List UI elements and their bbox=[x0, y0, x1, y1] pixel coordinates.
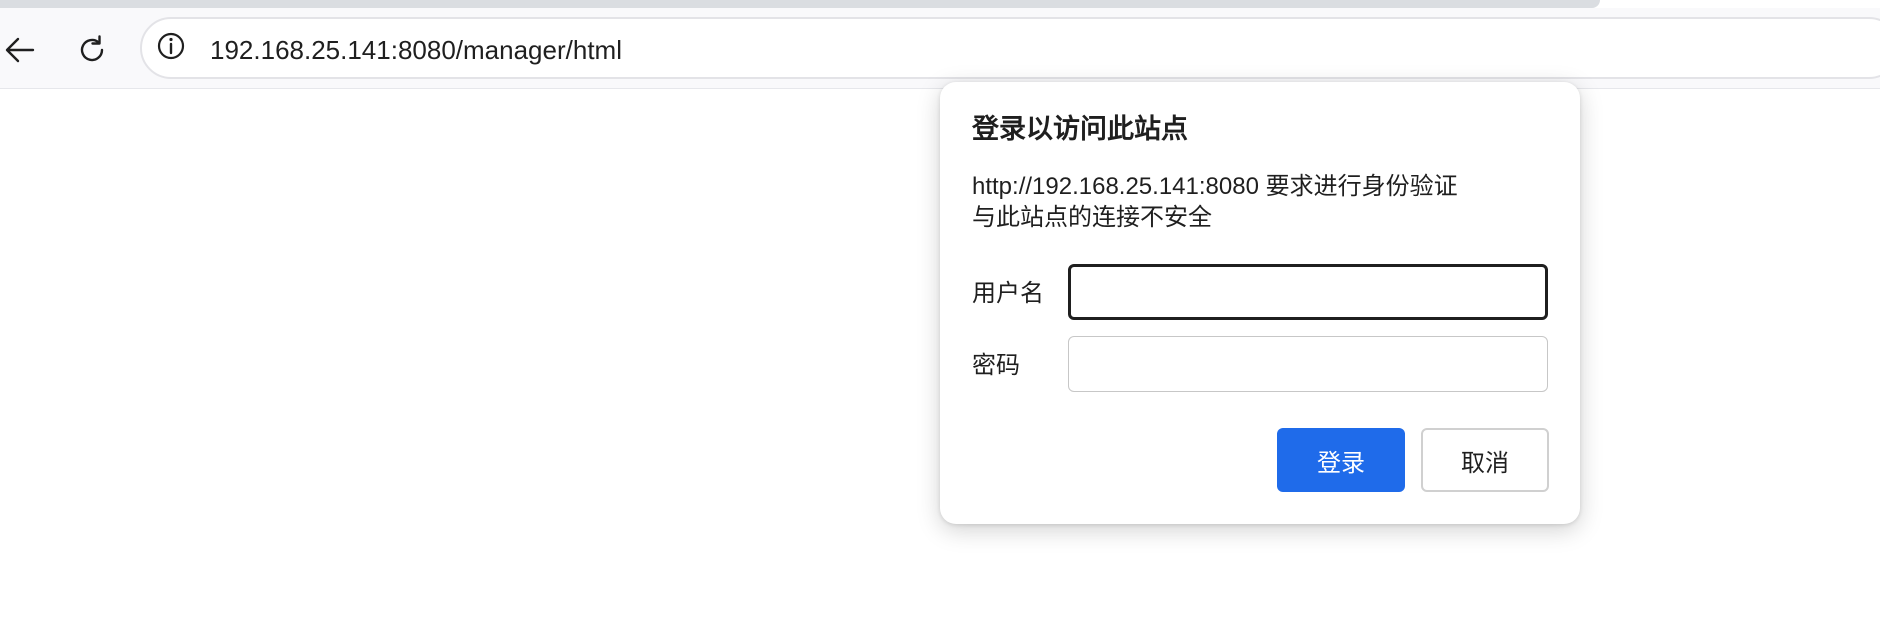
browser-window: 192.168.25.141:8080/manager/html 登录以访问此站… bbox=[0, 0, 1880, 640]
tab-strip bbox=[0, 0, 1600, 8]
site-info-button[interactable] bbox=[154, 31, 188, 65]
insecure-connection-message: 与此站点的连接不安全 bbox=[972, 204, 1212, 231]
dialog-title: 登录以访问此站点 bbox=[972, 114, 1188, 144]
address-bar[interactable]: 192.168.25.141:8080/manager/html bbox=[140, 17, 1880, 79]
url-text[interactable]: 192.168.25.141:8080/manager/html bbox=[210, 35, 622, 65]
login-button[interactable]: 登录 bbox=[1277, 428, 1405, 492]
auth-required-message: http://192.168.25.141:8080 要求进行身份验证 bbox=[972, 173, 1458, 200]
password-label: 密码 bbox=[972, 352, 1020, 379]
auth-dialog: 登录以访问此站点 http://192.168.25.141:8080 要求进行… bbox=[940, 82, 1580, 524]
username-label: 用户名 bbox=[972, 280, 1044, 307]
cancel-button[interactable]: 取消 bbox=[1421, 428, 1549, 492]
info-icon bbox=[156, 31, 186, 65]
password-input[interactable] bbox=[1068, 336, 1548, 392]
reload-icon bbox=[74, 32, 110, 68]
back-button[interactable] bbox=[0, 30, 40, 70]
back-arrow-icon bbox=[3, 33, 37, 67]
reload-button[interactable] bbox=[72, 30, 112, 70]
browser-toolbar: 192.168.25.141:8080/manager/html bbox=[0, 8, 1880, 89]
username-input[interactable] bbox=[1068, 264, 1548, 320]
